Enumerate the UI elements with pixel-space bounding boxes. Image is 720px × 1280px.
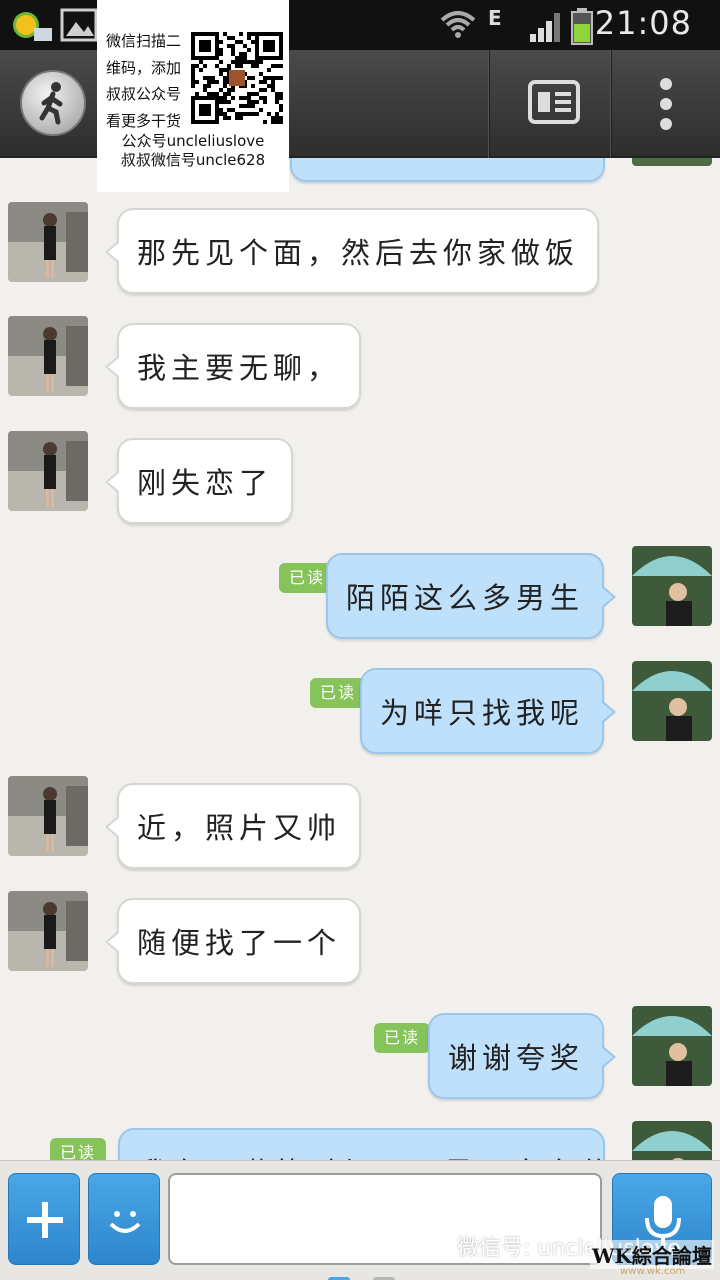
plus-icon — [27, 1202, 63, 1238]
emoji-icon — [109, 1211, 141, 1233]
page-indicator — [328, 1268, 413, 1280]
message-bubble-outgoing[interactable]: 谢谢夸奖 — [427, 1013, 617, 1099]
avatar-self[interactable] — [632, 661, 712, 741]
avatar-contact[interactable] — [8, 431, 88, 511]
promo-footer: 公众号uncleliuslove 叔叔微信号uncle628 — [97, 132, 289, 170]
network-type: E — [488, 6, 502, 30]
avatar-contact[interactable] — [8, 891, 88, 971]
message-bubble-incoming[interactable]: 近，照片又帅 — [104, 783, 362, 869]
message-bubble-incoming[interactable]: 刚失恋了 — [104, 438, 294, 524]
message-bubble-outgoing[interactable]: 为咩只找我呢 — [359, 668, 617, 754]
clock: 21:08 — [594, 4, 692, 42]
avatar-self[interactable] — [632, 1121, 712, 1160]
qr-code — [191, 32, 283, 124]
promo-footer-line: 公众号uncleliuslove — [121, 132, 265, 150]
walking-person-icon[interactable] — [20, 70, 86, 136]
add-app-icon — [13, 12, 52, 41]
avatar-self[interactable] — [632, 546, 712, 626]
message-bubble-incoming[interactable]: 那先见个面，然后去你家做饭 — [104, 208, 600, 294]
message-bubble-incoming[interactable]: 随便找了一个 — [104, 898, 362, 984]
wechat-logo-icon — [420, 1238, 449, 1259]
promo-line: 看更多干货 — [106, 111, 182, 130]
emoji-button[interactable] — [88, 1173, 160, 1265]
wifi-icon — [440, 11, 476, 38]
avatar-contact[interactable] — [8, 316, 88, 396]
chat-list[interactable]: 那先见个面，然后去你家做饭 我主要无聊， 刚失恋了 已读 陌陌这么多男生 已读 … — [0, 158, 720, 1160]
action-divider — [610, 50, 612, 158]
battery-icon — [571, 8, 593, 45]
message-bubble-outgoing[interactable]: 陌陌这么多男生 — [325, 553, 617, 639]
avatar-contact[interactable] — [8, 776, 88, 856]
avatar-self[interactable] — [632, 158, 712, 166]
promo-line: 叔叔公众号 — [106, 85, 182, 103]
promo-line: 微信扫描二 — [106, 32, 182, 50]
qr-promo-overlay: 微信扫描二 维码，添加 叔叔公众号 看更多干货 公众号uncleliuslove… — [97, 0, 289, 192]
forum-url: www.wk.com — [620, 1266, 686, 1277]
more-icon[interactable] — [652, 76, 680, 132]
plus-button[interactable] — [8, 1173, 80, 1265]
message-bubble-outgoing[interactable]: 我在一啦的时候，又是一文东什么 — [118, 1128, 605, 1160]
message-bubble-incoming[interactable]: 我主要无聊， — [104, 323, 362, 409]
image-icon — [60, 8, 98, 42]
promo-line: 维码，添加 — [106, 58, 182, 77]
read-receipt: 已读 — [310, 678, 367, 708]
avatar-contact[interactable] — [8, 202, 88, 282]
action-divider — [488, 50, 490, 158]
read-receipt: 已读 — [374, 1023, 431, 1053]
avatar-self[interactable] — [632, 1006, 712, 1086]
promo-footer-line: 叔叔微信号uncle628 — [120, 151, 266, 169]
read-receipt: 已读 — [50, 1138, 107, 1160]
message-bubble-outgoing[interactable] — [290, 158, 605, 182]
forum-watermark: WK綜合論壇 — [590, 1240, 714, 1269]
signal-icon — [530, 13, 560, 42]
profile-card-icon[interactable] — [528, 80, 580, 126]
promo-text: 微信扫描二 维码，添加 叔叔公众号 看更多干货 — [106, 28, 191, 134]
